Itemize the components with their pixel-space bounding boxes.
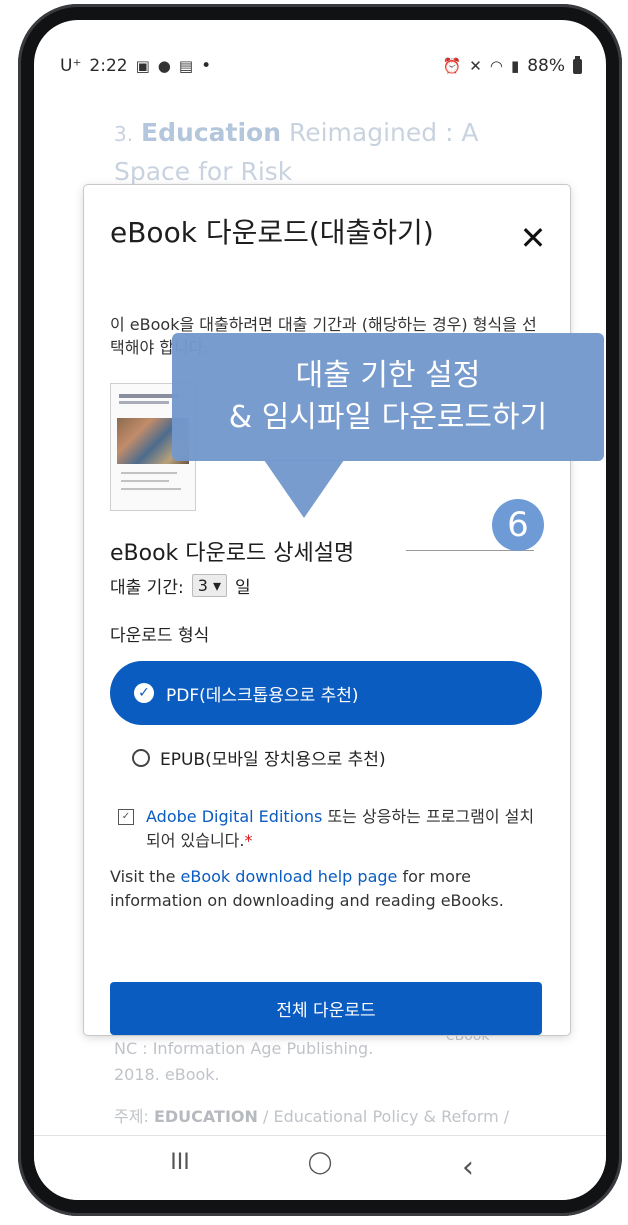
gallery-icon: ▣ — [135, 57, 150, 75]
format-option-epub-label: EPUB(모바일 장치용으로 추천) — [160, 750, 386, 770]
check-circle-icon: ✓ — [134, 683, 154, 703]
clock: 2:22 — [89, 56, 128, 76]
ade-link[interactable]: Adobe Digital Editions — [146, 807, 322, 826]
subject-label: 주제: — [114, 1107, 149, 1126]
subject-bold: EDUCATION — [153, 1107, 258, 1126]
annotation-callout: 대출 기한 설정 & 임시파일 다운로드하기 — [172, 333, 604, 461]
cover-title-line — [119, 394, 179, 398]
android-nav-bar: III ◯ ‹ — [34, 1135, 606, 1200]
cover-subtitle-line — [119, 401, 169, 404]
download-format-label: 다운로드 형식 — [110, 626, 210, 646]
loan-period-select[interactable]: 3 ▾ — [191, 574, 227, 597]
loan-period-label: 대출 기간: — [110, 578, 184, 598]
ade-checkbox[interactable]: ✓ — [118, 809, 134, 825]
callout-pointer — [264, 460, 344, 518]
ebook-download-dialog: eBook 다운로드(대출하기) ✕ 이 eBook을 대출하려면 대출 기간과… — [84, 185, 570, 1035]
cover-text-line — [121, 480, 169, 482]
required-mark: * — [244, 831, 253, 850]
dialog-title: eBook 다운로드(대출하기) — [110, 216, 434, 249]
step-number-badge: 6 — [492, 499, 544, 551]
home-button[interactable]: ◯ — [300, 1150, 340, 1184]
format-option-pdf-label: PDF(데스크톱용으로 추천) — [166, 685, 359, 706]
ade-confirmation-text: Adobe Digital Editions 또는 상응하는 프로그램이 설치되… — [146, 805, 538, 853]
loan-period-unit: 일 — [235, 578, 251, 598]
background-item-number: 3. — [114, 122, 134, 146]
ade-confirmation: ✓ Adobe Digital Editions 또는 상응하는 프로그램이 설… — [118, 805, 538, 853]
help-text-prefix: Visit the — [110, 867, 181, 886]
recent-apps-button[interactable]: III — [160, 1150, 200, 1184]
back-button[interactable]: ‹ — [448, 1150, 488, 1185]
callout-line-1: 대출 기한 설정 — [295, 358, 481, 393]
phone-frame: U⁺ 2:22 ▣ ● ▤ • ⏰ ✕ ◠ ▮ 88% 3. Education… — [18, 4, 622, 1216]
full-download-button[interactable]: 전체 다운로드 — [110, 982, 542, 1035]
background-publisher: NC : Information Age Publishing. 2018. e… — [114, 1039, 374, 1084]
battery-icon — [573, 55, 582, 74]
close-button[interactable]: ✕ — [516, 222, 550, 257]
radio-button-icon — [132, 748, 150, 767]
background-title-bold: Education — [141, 118, 282, 147]
talk-icon: ● — [157, 57, 171, 75]
cover-text-line — [121, 488, 181, 490]
battery-percent: 88% — [527, 56, 565, 76]
phone-screen: U⁺ 2:22 ▣ ● ▤ • ⏰ ✕ ◠ ▮ 88% 3. Education… — [34, 20, 606, 1200]
carrier-label: U⁺ — [60, 56, 82, 76]
background-item-title: 3. Education Reimagined : A Space for Ri… — [114, 114, 554, 191]
callout-line-2: & 임시파일 다운로드하기 — [228, 400, 548, 435]
loan-period-row: 대출 기간: 3 ▾ 일 — [110, 573, 251, 598]
format-option-pdf[interactable]: ✓ PDF(데스크톱용으로 추천) — [110, 661, 542, 725]
status-right: ⏰ ✕ ◠ ▮ 88% — [442, 55, 582, 76]
wifi-icon: ◠ — [489, 57, 503, 75]
help-page-link[interactable]: eBook download help page — [181, 867, 398, 886]
cover-text-line — [121, 472, 177, 474]
status-dot: • — [201, 56, 212, 76]
format-option-epub[interactable]: EPUB(모바일 장치용으로 추천) — [132, 745, 386, 770]
message-icon: ▤ — [178, 57, 194, 75]
status-bar: U⁺ 2:22 ▣ ● ▤ • ⏰ ✕ ◠ ▮ 88% — [34, 20, 606, 110]
download-details-heading: eBook 다운로드 상세설명 — [110, 541, 355, 566]
help-text: Visit the eBook download help page for m… — [110, 865, 530, 913]
mute-icon: ✕ — [469, 57, 482, 75]
signal-icon: ▮ — [510, 57, 520, 75]
status-left: U⁺ 2:22 ▣ ● ▤ • — [60, 56, 211, 76]
alarm-icon: ⏰ — [442, 57, 462, 75]
